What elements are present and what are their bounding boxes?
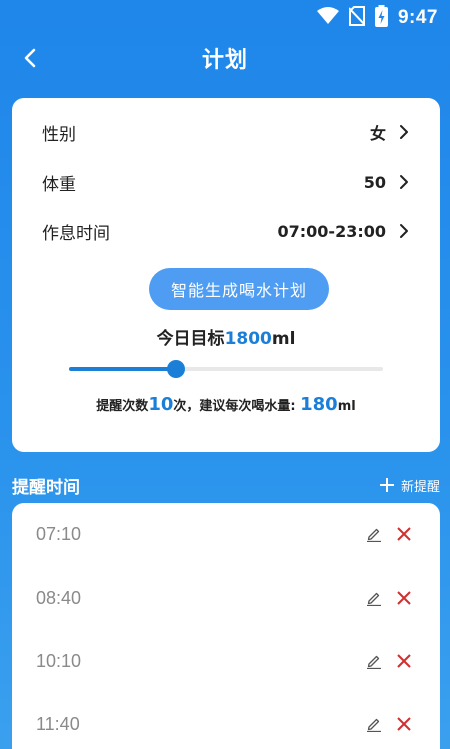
schedule-label: 作息时间 bbox=[42, 223, 110, 244]
hint-count: 10 bbox=[148, 394, 174, 415]
chevron-right-icon bbox=[400, 125, 408, 139]
reminder-time: 11:40 bbox=[36, 713, 80, 734]
pencil-icon bbox=[367, 592, 381, 606]
weight-label: 体重 bbox=[42, 174, 76, 195]
gender-row[interactable]: 性别 女 bbox=[12, 112, 440, 152]
goal-unit: ml bbox=[271, 329, 296, 349]
hint-prefix: 提醒次数 bbox=[96, 399, 149, 414]
edit-button[interactable] bbox=[362, 649, 386, 673]
status-time: 9:47 bbox=[397, 7, 438, 28]
delete-button[interactable] bbox=[392, 649, 416, 673]
pencil-icon bbox=[367, 528, 381, 542]
status-bar: 9:47 bbox=[0, 0, 450, 36]
reminder-section-header: 提醒时间 新提醒 bbox=[12, 470, 440, 500]
chevron-right-icon bbox=[400, 224, 408, 238]
gender-label: 性别 bbox=[42, 124, 76, 145]
delete-button[interactable] bbox=[392, 586, 416, 610]
goal-slider[interactable] bbox=[69, 360, 383, 378]
close-icon bbox=[397, 527, 411, 541]
chevron-right-icon bbox=[400, 175, 408, 189]
weight-value: 50 bbox=[363, 172, 386, 192]
hint-unit: ml bbox=[337, 399, 356, 414]
reminder-row: 11:40 bbox=[12, 704, 440, 744]
hint-amount: 180 bbox=[300, 394, 338, 415]
app-bar: 计划 bbox=[0, 36, 450, 80]
schedule-row[interactable]: 作息时间 07:00-23:00 bbox=[12, 211, 440, 251]
reminder-section-title: 提醒时间 bbox=[12, 477, 80, 498]
close-icon bbox=[397, 717, 411, 731]
reminder-list: 07:10 08:40 10:10 11:40 bbox=[12, 503, 440, 749]
plan-card: 性别 女 体重 50 作息时间 07:00-23:00 智能生成喝水计划 今日目… bbox=[12, 98, 440, 452]
reminder-time: 10:10 bbox=[36, 650, 82, 671]
close-icon bbox=[397, 591, 411, 605]
schedule-value: 07:00-23:00 bbox=[277, 221, 387, 241]
chevron-left-icon bbox=[24, 48, 36, 68]
slider-fill bbox=[69, 367, 176, 371]
no-sim-icon bbox=[348, 6, 366, 30]
delete-button[interactable] bbox=[392, 522, 416, 546]
weight-row[interactable]: 体重 50 bbox=[12, 162, 440, 202]
reminder-hint: 提醒次数10次，建议每次喝水量: 180ml bbox=[12, 394, 440, 415]
edit-button[interactable] bbox=[362, 586, 386, 610]
wifi-icon bbox=[316, 7, 339, 29]
pencil-icon bbox=[367, 655, 381, 669]
generate-plan-button[interactable]: 智能生成喝水计划 bbox=[149, 268, 329, 310]
reminder-row: 07:10 bbox=[12, 514, 440, 554]
battery-charging-icon bbox=[374, 5, 388, 31]
daily-goal: 今日目标1800ml bbox=[12, 324, 440, 349]
reminder-time: 08:40 bbox=[36, 587, 82, 608]
pencil-icon bbox=[367, 718, 381, 732]
edit-button[interactable] bbox=[362, 712, 386, 736]
reminder-row: 10:10 bbox=[12, 641, 440, 681]
new-reminder-button[interactable]: 新提醒 bbox=[379, 476, 440, 495]
plus-icon bbox=[379, 478, 394, 492]
new-reminder-label: 新提醒 bbox=[400, 479, 440, 495]
hint-middle: 次，建议每次喝水量: bbox=[173, 399, 296, 414]
gender-value: 女 bbox=[369, 124, 386, 143]
page-title: 计划 bbox=[201, 48, 248, 73]
goal-prefix: 今日目标 bbox=[156, 329, 225, 349]
delete-button[interactable] bbox=[392, 712, 416, 736]
reminder-row: 08:40 bbox=[12, 578, 440, 618]
close-icon bbox=[397, 654, 411, 668]
slider-thumb[interactable] bbox=[166, 360, 185, 378]
goal-amount: 1800 bbox=[224, 329, 272, 349]
reminder-time: 07:10 bbox=[36, 523, 82, 544]
back-button[interactable] bbox=[12, 40, 48, 76]
edit-button[interactable] bbox=[362, 522, 386, 546]
